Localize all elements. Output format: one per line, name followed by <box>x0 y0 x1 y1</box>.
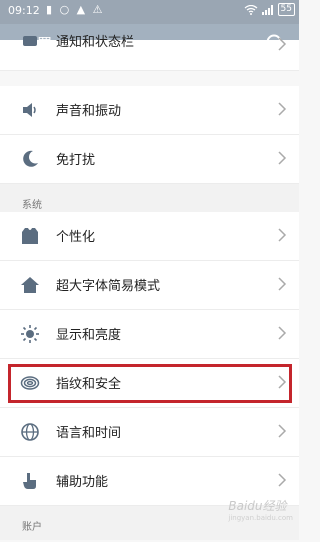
shirt-icon <box>22 228 38 244</box>
chevron-right-icon <box>278 424 287 438</box>
chevron-right-icon <box>278 326 287 340</box>
hand-icon <box>23 473 36 489</box>
status-right-icons: 55 <box>244 3 295 16</box>
notification-icon <box>23 36 37 46</box>
list-item-label: 通知和状态栏 <box>56 35 135 50</box>
status-time: 09:12 <box>8 4 40 17</box>
list-item-notifications[interactable]: 通知和状态栏 <box>0 35 299 71</box>
chevron-right-icon <box>278 473 287 487</box>
status-left-icons: ▮ ○ ▲ ⚠ <box>46 3 105 16</box>
watermark-text: Baidu经验 <box>228 499 287 513</box>
list-item-label: 指纹和安全 <box>56 377 122 392</box>
battery-indicator: 55 <box>277 3 295 16</box>
section-title: 账户 <box>22 522 42 533</box>
chevron-right-icon <box>278 375 287 389</box>
warning-icon: ⚠ <box>92 3 105 16</box>
list-item-simple-mode[interactable]: 超大字体简易模式 <box>0 261 299 310</box>
list-item-fingerprint-security[interactable]: 指纹和安全 <box>0 359 299 408</box>
list-item-label: 声音和振动 <box>56 104 122 119</box>
watermark-logo: Baidu经验 jingyan.baidu.com <box>228 497 293 522</box>
signal-icon <box>261 4 273 15</box>
list-item-personalization[interactable]: 个性化 <box>0 212 299 261</box>
sim-icon: ▮ <box>46 3 55 16</box>
home-icon <box>21 277 39 293</box>
list-item-label: 语言和时间 <box>56 426 122 441</box>
globe-icon <box>21 423 39 441</box>
sun-icon <box>21 325 39 343</box>
speaker-icon <box>23 103 36 117</box>
list-item-sound[interactable]: 声音和振动 <box>0 86 299 135</box>
watermark-url: jingyan.baidu.com <box>228 514 293 522</box>
image-icon: ▲ <box>76 3 88 16</box>
chevron-right-icon <box>278 228 287 242</box>
chevron-right-icon <box>278 37 287 51</box>
status-bar: 09:12 ▮ ○ ▲ ⚠ 55 <box>0 0 299 24</box>
list-item-label: 显示和亮度 <box>56 328 122 343</box>
section-title: 系统 <box>22 200 42 211</box>
list-item-label: 个性化 <box>56 230 96 245</box>
list-item-language-time[interactable]: 语言和时间 <box>0 408 299 457</box>
circle-icon: ○ <box>59 3 72 16</box>
list-item-label: 超大字体简易模式 <box>56 279 161 294</box>
chevron-right-icon <box>278 277 287 291</box>
moon-icon <box>23 150 38 167</box>
chevron-right-icon <box>278 102 287 116</box>
list-item-do-not-disturb[interactable]: 免打扰 <box>0 135 299 184</box>
list-item-label: 免打扰 <box>56 153 96 168</box>
fingerprint-icon <box>20 376 40 390</box>
wifi-icon <box>244 4 257 15</box>
list-item-label: 辅助功能 <box>56 475 109 490</box>
chevron-right-icon <box>278 151 287 165</box>
list-item-display[interactable]: 显示和亮度 <box>0 310 299 359</box>
